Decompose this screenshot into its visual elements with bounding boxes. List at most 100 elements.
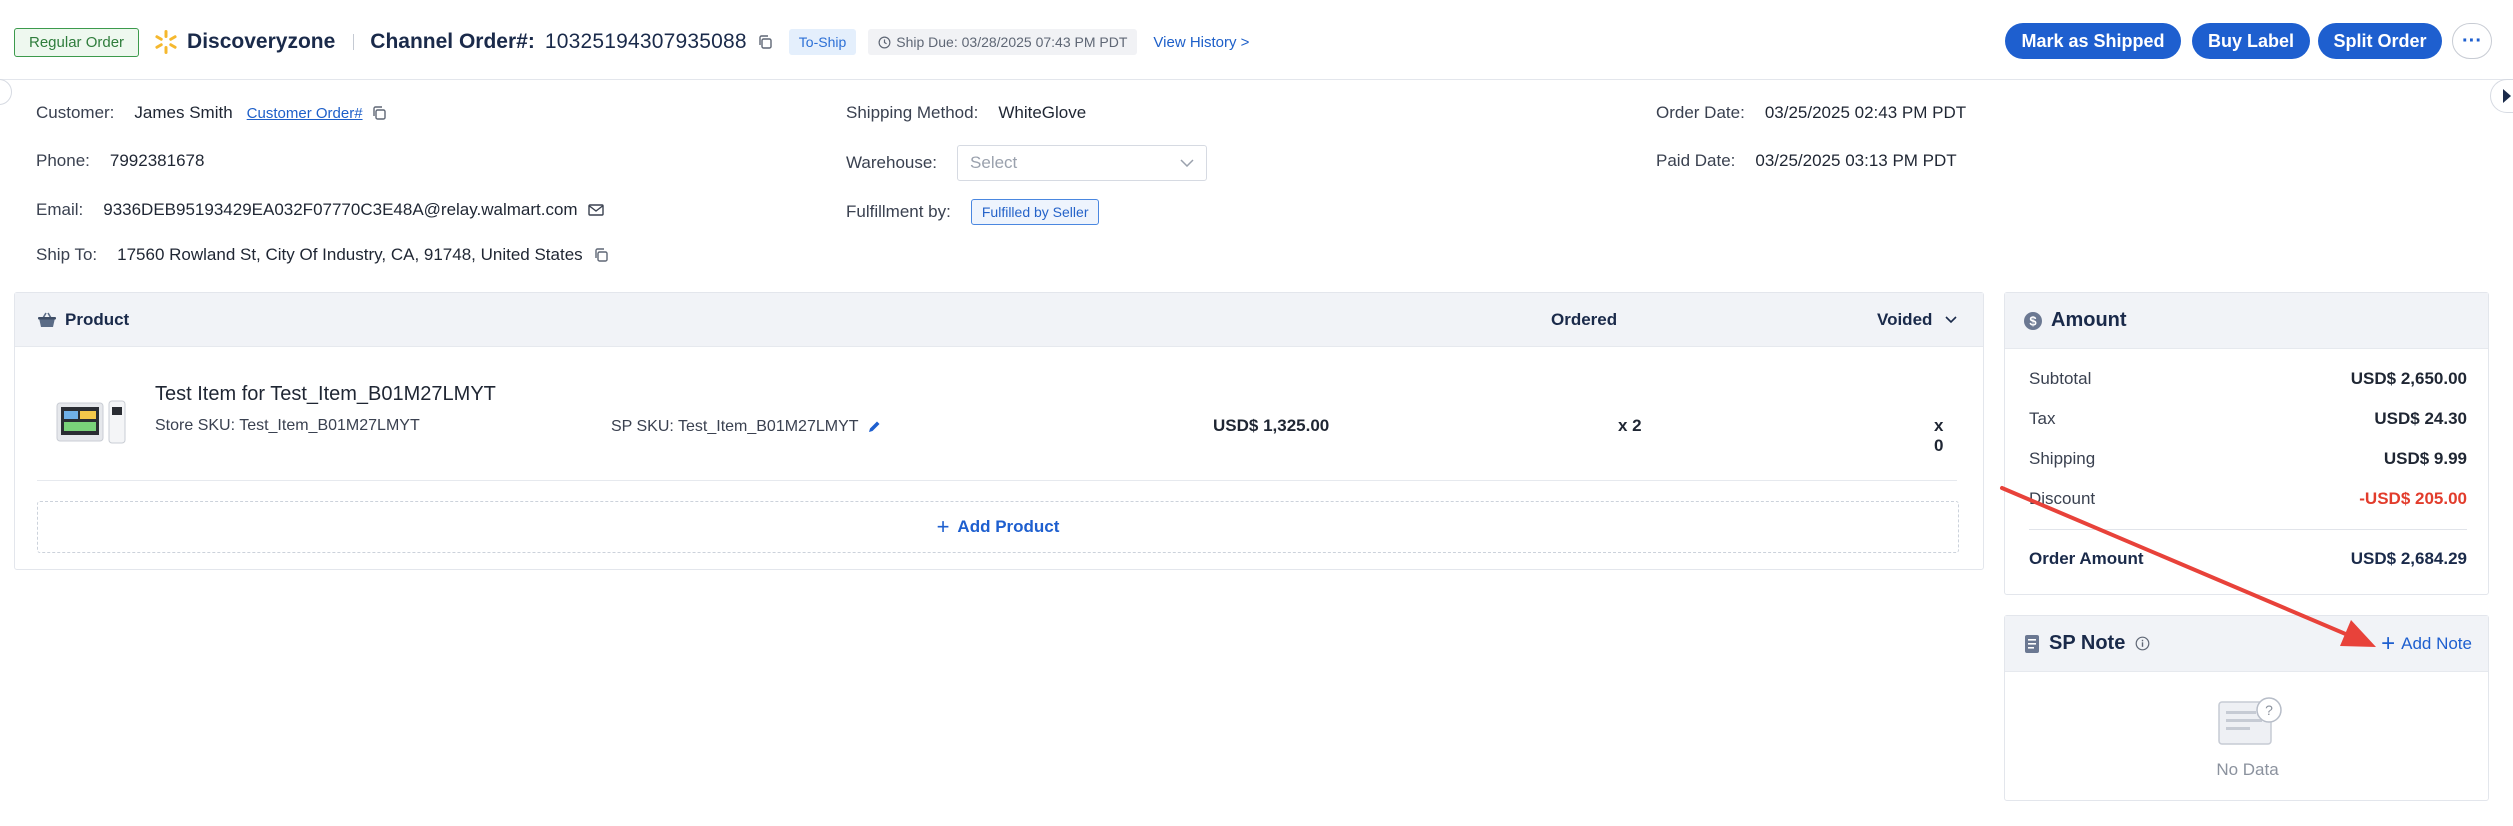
order-date-field: Order Date: 03/25/2025 02:43 PM PDT bbox=[1656, 103, 1966, 123]
tax-value: USD$ 24.30 bbox=[2374, 409, 2467, 428]
view-history-link[interactable]: View History > bbox=[1153, 34, 1249, 51]
dollar-icon: $ bbox=[2024, 311, 2042, 330]
email-label: Email: bbox=[36, 200, 84, 219]
no-data-text: No Data bbox=[2216, 760, 2279, 779]
ordered-column-header: Ordered bbox=[1551, 309, 1618, 329]
order-date-value: 03/25/2025 02:43 PM PDT bbox=[1764, 103, 1967, 122]
shipping-label: Shipping bbox=[2029, 449, 2096, 468]
ship-to-label: Ship To: bbox=[36, 245, 98, 264]
paid-date-value: 03/25/2025 03:13 PM PDT bbox=[1755, 151, 1957, 170]
ship-to-field: Ship To: 17560 Rowland St, City Of Indus… bbox=[36, 245, 609, 265]
split-order-button[interactable]: Split Order bbox=[2318, 23, 2442, 59]
chevron-down-icon bbox=[1180, 159, 1194, 167]
voided-column-header: Voided bbox=[1877, 309, 1933, 329]
phone-value: 7992381678 bbox=[109, 151, 205, 170]
amount-row-subtotal: Subtotal USD$ 2,650.00 bbox=[2029, 369, 2467, 389]
warehouse-label: Warehouse: bbox=[846, 153, 938, 172]
sp-note-panel: SP Note + Add Note ? No Data bbox=[2004, 615, 2489, 801]
product-thumbnail bbox=[56, 400, 126, 444]
amount-row-tax: Tax USD$ 24.30 bbox=[2029, 409, 2467, 429]
store-name: Discoveryzone bbox=[187, 30, 336, 53]
header-divider bbox=[353, 34, 355, 50]
email-value: 9336DEB95193429EA032F07770C3E48A@relay.w… bbox=[103, 200, 578, 219]
mail-icon[interactable] bbox=[587, 203, 604, 217]
sp-sku-text: SP SKU: Test_Item_B01M27LMYT bbox=[611, 418, 859, 435]
copy-icon[interactable] bbox=[593, 247, 609, 263]
walmart-spark-icon bbox=[155, 30, 177, 54]
warehouse-field: Warehouse: Select bbox=[846, 145, 1208, 181]
store-sku: Store SKU: Test_Item_B01M27LMYT bbox=[155, 417, 420, 434]
add-product-button[interactable]: + Add Product bbox=[37, 501, 1959, 553]
sp-note-title: SP Note bbox=[2049, 632, 2126, 654]
order-header: Regular Order Discoveryzone Channel Orde… bbox=[0, 0, 2513, 80]
svg-text:?: ? bbox=[2265, 702, 2273, 718]
product-name: Test Item for Test_Item_B01M27LMYT bbox=[155, 383, 496, 405]
order-amount-value: USD$ 2,684.29 bbox=[2350, 549, 2467, 568]
order-date-label: Order Date: bbox=[1656, 103, 1745, 122]
sp-note-header: SP Note + Add Note bbox=[2005, 616, 2488, 672]
copy-icon[interactable] bbox=[757, 34, 773, 50]
add-note-label: Add Note bbox=[2401, 634, 2472, 653]
order-amount-label: Order Amount bbox=[2029, 549, 2144, 568]
fulfillment-field: Fulfillment by: Fulfilled by Seller bbox=[846, 199, 1100, 225]
ordered-qty: x 2 bbox=[1618, 416, 1642, 435]
svg-text:$: $ bbox=[2029, 313, 2037, 328]
paid-date-label: Paid Date: bbox=[1656, 151, 1736, 170]
info-icon[interactable] bbox=[2135, 636, 2150, 651]
shipping-value: USD$ 9.99 bbox=[2383, 449, 2467, 468]
phone-field: Phone: 7992381678 bbox=[36, 151, 204, 171]
fulfillment-label: Fulfillment by: bbox=[846, 202, 951, 221]
clock-icon bbox=[878, 36, 891, 48]
discount-value: -USD$ 205.00 bbox=[2359, 489, 2467, 508]
pencil-icon[interactable] bbox=[867, 420, 881, 434]
plus-icon: + bbox=[2381, 630, 2396, 657]
product-panel: Product Ordered Voided Test Item for Tes… bbox=[14, 292, 1984, 570]
sp-sku: SP SKU: Test_Item_B01M27LMYT bbox=[611, 418, 881, 436]
channel-order-number: 10325194307935088 bbox=[544, 30, 747, 53]
warehouse-select[interactable]: Select bbox=[957, 145, 1208, 181]
customer-order-link[interactable]: Customer Order# bbox=[247, 105, 363, 122]
empty-box-icon: ? bbox=[2218, 697, 2282, 745]
basket-icon bbox=[38, 312, 56, 327]
mark-as-shipped-button[interactable]: Mark as Shipped bbox=[2005, 23, 2181, 59]
email-field: Email: 9336DEB95193429EA032F07770C3E48A@… bbox=[36, 200, 604, 220]
product-price: USD$ 1,325.00 bbox=[1213, 416, 1330, 435]
buy-label-button[interactable]: Buy Label bbox=[2192, 23, 2310, 59]
chevron-down-icon[interactable] bbox=[1945, 316, 1957, 324]
order-amount-row: Order Amount USD$ 2,684.29 bbox=[2029, 549, 2467, 569]
status-badge: To-Ship bbox=[788, 29, 857, 55]
phone-label: Phone: bbox=[36, 151, 90, 170]
add-product-label: Add Product bbox=[957, 517, 1060, 536]
paid-date-field: Paid Date: 03/25/2025 03:13 PM PDT bbox=[1656, 151, 1957, 171]
expand-right-handle[interactable] bbox=[2490, 79, 2513, 113]
subtotal-label: Subtotal bbox=[2029, 369, 2092, 388]
more-actions-button[interactable]: ··· bbox=[2452, 23, 2492, 59]
tax-label: Tax bbox=[2029, 409, 2056, 428]
collapse-left-handle[interactable] bbox=[0, 79, 12, 105]
order-type-badge: Regular Order bbox=[14, 27, 140, 57]
subtotal-value: USD$ 2,650.00 bbox=[2350, 369, 2467, 388]
fulfillment-badge: Fulfilled by Seller bbox=[970, 199, 1100, 225]
amount-panel-header: $ Amount bbox=[2005, 293, 2488, 349]
warehouse-select-placeholder: Select bbox=[970, 153, 1018, 172]
plus-icon: + bbox=[936, 514, 950, 539]
channel-order-label: Channel Order#: bbox=[370, 30, 535, 53]
product-title: Product bbox=[37, 310, 129, 330]
customer-label: Customer: bbox=[36, 103, 115, 122]
voided-qty: x 0 bbox=[1934, 416, 1944, 455]
amount-divider bbox=[2029, 529, 2467, 530]
shipping-method-label: Shipping Method: bbox=[846, 103, 979, 122]
customer-value: James Smith bbox=[134, 103, 233, 122]
amount-title: Amount bbox=[2051, 309, 2127, 331]
ship-due-text: Ship Due: 03/28/2025 07:43 PM PDT bbox=[896, 34, 1128, 50]
order-header-row: Regular Order Discoveryzone Channel Orde… bbox=[14, 26, 1249, 58]
amount-row-shipping: Shipping USD$ 9.99 bbox=[2029, 449, 2467, 469]
amount-panel: $ Amount Subtotal USD$ 2,650.00 Tax USD$… bbox=[2004, 292, 2489, 595]
add-note-button[interactable]: + Add Note bbox=[2381, 632, 2472, 656]
caret-right-icon bbox=[2503, 89, 2511, 103]
copy-icon[interactable] bbox=[371, 105, 387, 121]
discount-label: Discount bbox=[2029, 489, 2096, 508]
product-title-text: Product bbox=[65, 309, 130, 329]
ship-due-badge: Ship Due: 03/28/2025 07:43 PM PDT bbox=[868, 29, 1138, 55]
shipping-method-field: Shipping Method: WhiteGlove bbox=[846, 103, 1086, 123]
